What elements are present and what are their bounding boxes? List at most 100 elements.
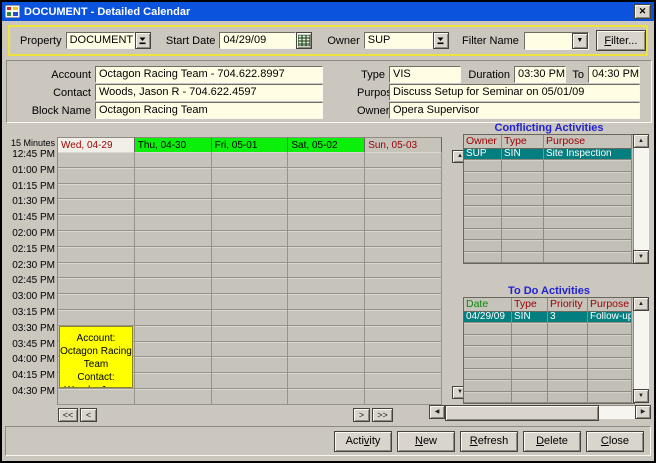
calendar-cell[interactable] — [365, 326, 442, 342]
calendar-first-button[interactable]: << — [58, 408, 78, 422]
calendar-cell[interactable] — [212, 247, 289, 263]
calendar-next-button[interactable]: > — [353, 408, 370, 422]
owner-lov-button[interactable] — [433, 32, 449, 49]
calendar-event[interactable]: Account: Octagon Racing TeamContact: Woo… — [59, 326, 133, 388]
calendar-cell[interactable] — [58, 184, 135, 200]
calendar-cell[interactable] — [135, 247, 212, 263]
calendar-cell[interactable] — [365, 168, 442, 184]
calendar-cell[interactable] — [365, 389, 442, 405]
conflicting-vscrollbar[interactable]: ▲ ▼ — [633, 134, 649, 264]
calendar-cell[interactable] — [365, 294, 442, 310]
calendar-cell[interactable] — [365, 263, 442, 279]
calendar-cell[interactable] — [288, 247, 365, 263]
scroll-right-button[interactable]: ▶ — [635, 405, 651, 419]
calendar-cell[interactable] — [212, 342, 289, 358]
details-owner-field[interactable]: Opera Supervisor — [389, 102, 640, 119]
calendar-cell[interactable] — [288, 263, 365, 279]
calendar-cell[interactable] — [58, 278, 135, 294]
owner-field[interactable]: SUP — [364, 32, 433, 49]
calendar-cell[interactable] — [135, 373, 212, 389]
calendar-cell[interactable] — [58, 168, 135, 184]
calendar-cell[interactable] — [288, 373, 365, 389]
calendar-cell[interactable] — [365, 231, 442, 247]
calendar-prev-button[interactable]: < — [80, 408, 97, 422]
calendar-cell[interactable] — [135, 184, 212, 200]
calendar-cell[interactable] — [288, 310, 365, 326]
calendar-cell[interactable] — [212, 326, 289, 342]
calendar-cell[interactable] — [212, 231, 289, 247]
to-field[interactable]: 04:30 PM — [588, 66, 640, 83]
calendar-cell[interactable] — [135, 168, 212, 184]
calendar-cell[interactable] — [58, 152, 135, 168]
filter-name-combobox[interactable]: ▼ — [524, 32, 589, 50]
scroll-down-button[interactable]: ▼ — [633, 389, 649, 403]
calendar-cell[interactable] — [212, 310, 289, 326]
calendar-cell[interactable] — [135, 152, 212, 168]
calendar-cell[interactable] — [58, 310, 135, 326]
calendar-cell[interactable] — [212, 389, 289, 405]
contact-field[interactable]: Woods, Jason R - 704.622.4597 — [95, 84, 323, 101]
calendar-cell[interactable] — [135, 263, 212, 279]
type-field[interactable]: VIS — [389, 66, 461, 83]
filter-button[interactable]: Filter... — [596, 30, 646, 51]
calendar-cell[interactable] — [135, 231, 212, 247]
calendar-cell[interactable] — [288, 294, 365, 310]
calendar-cell[interactable] — [135, 342, 212, 358]
calendar-cell[interactable] — [135, 357, 212, 373]
activity-button[interactable]: Activity — [334, 431, 392, 452]
calendar-cell[interactable] — [58, 231, 135, 247]
calendar-cell[interactable] — [288, 168, 365, 184]
calendar-cell[interactable] — [212, 152, 289, 168]
calendar-cell[interactable] — [365, 247, 442, 263]
calendar-cell[interactable] — [288, 357, 365, 373]
calendar-cell[interactable] — [58, 294, 135, 310]
todo-vscrollbar[interactable]: ▲ ▼ — [633, 297, 649, 403]
calendar-cell[interactable] — [288, 389, 365, 405]
calendar-cell[interactable] — [365, 152, 442, 168]
property-field[interactable]: DOCUMENT — [66, 32, 135, 49]
calendar-cell[interactable] — [365, 278, 442, 294]
calendar-cell[interactable] — [135, 215, 212, 231]
calendar-cell[interactable] — [365, 184, 442, 200]
refresh-button[interactable]: Refresh — [460, 431, 518, 452]
calendar-cell[interactable] — [288, 326, 365, 342]
scroll-down-button[interactable]: ▼ — [633, 250, 649, 264]
calendar-cell[interactable] — [212, 357, 289, 373]
calendar-cell[interactable] — [365, 199, 442, 215]
calendar-cell[interactable] — [212, 373, 289, 389]
calendar-cell[interactable] — [58, 263, 135, 279]
calendar-cell[interactable] — [365, 342, 442, 358]
calendar-picker-button[interactable] — [296, 32, 312, 49]
property-lov-button[interactable] — [135, 32, 151, 49]
todo-hscrollbar[interactable]: ◀ ▶ — [429, 405, 651, 419]
calendar-cell[interactable] — [212, 199, 289, 215]
table-row[interactable]: SUPSINSite Inspection — [464, 149, 634, 160]
calendar-cell[interactable] — [288, 152, 365, 168]
calendar-cell[interactable] — [365, 310, 442, 326]
scroll-up-button[interactable]: ▲ — [633, 297, 649, 311]
calendar-cell[interactable] — [135, 199, 212, 215]
block-name-field[interactable]: Octagon Racing Team — [95, 102, 323, 119]
calendar-cell[interactable] — [212, 184, 289, 200]
calendar-cell[interactable] — [135, 294, 212, 310]
calendar-cell[interactable] — [135, 389, 212, 405]
scrollbar-track[interactable] — [633, 148, 649, 250]
calendar-cell[interactable] — [135, 326, 212, 342]
scrollbar-track[interactable] — [599, 405, 635, 419]
calendar-cell[interactable] — [365, 373, 442, 389]
calendar-cell[interactable] — [212, 294, 289, 310]
close-window-button[interactable]: ✕ — [634, 4, 651, 19]
new-button[interactable]: New — [397, 431, 455, 452]
calendar-cell[interactable] — [288, 231, 365, 247]
calendar-cell[interactable] — [135, 310, 212, 326]
calendar-cell[interactable] — [212, 278, 289, 294]
scroll-up-button[interactable]: ▲ — [633, 134, 649, 148]
close-button[interactable]: Close — [586, 431, 644, 452]
calendar-cell[interactable] — [365, 215, 442, 231]
calendar-cell[interactable] — [288, 342, 365, 358]
filter-name-dropdown-button[interactable]: ▼ — [572, 33, 588, 49]
calendar-cell[interactable] — [58, 215, 135, 231]
calendar-cell[interactable] — [135, 278, 212, 294]
calendar-cell[interactable] — [365, 357, 442, 373]
scrollbar-track[interactable] — [633, 311, 649, 389]
